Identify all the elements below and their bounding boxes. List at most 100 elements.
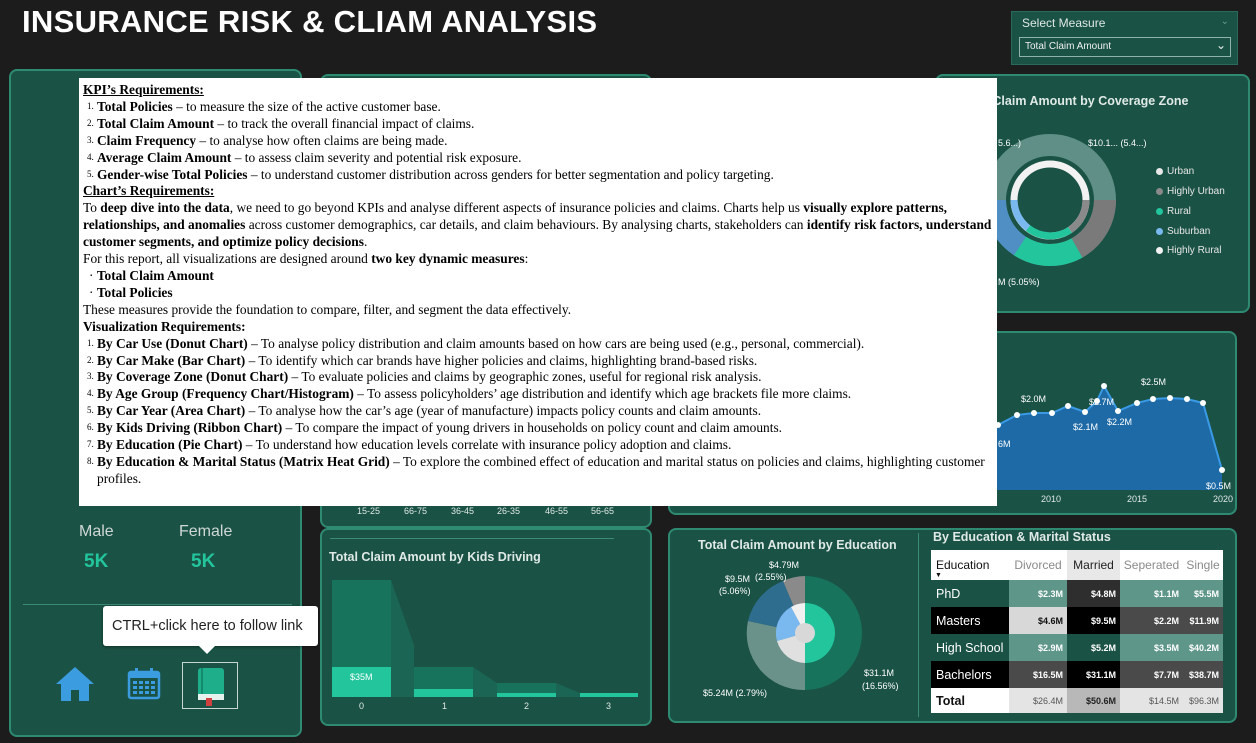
legend-item-highly-rural[interactable]: Highly Rural <box>1156 245 1221 256</box>
education-label: (2.55%) <box>755 572 787 582</box>
education-label: $5.24M (2.79%) <box>703 688 768 698</box>
calendar-icon[interactable] <box>127 668 161 700</box>
measures-note: These measures provide the foundation to… <box>83 301 572 317</box>
matrix-total-cell: $26.4M <box>1009 688 1067 713</box>
matrix-total-cell: $50.6M <box>1067 688 1120 713</box>
matrix-cell: $1.1M <box>1120 580 1183 607</box>
matrix-total-cell: $14.5M <box>1120 688 1183 713</box>
kids-ribbon-chart <box>332 580 638 697</box>
age-axis-label: 26-35 <box>497 506 521 516</box>
matrix-cell: $2.2M <box>1120 607 1183 634</box>
matrix-cell: $9.5M <box>1067 607 1120 634</box>
car-year-label: $2.1M <box>1073 422 1099 432</box>
matrix-total-label: Total <box>931 688 1009 713</box>
car-year-label: $2.7M <box>1089 397 1115 407</box>
matrix-cell: $5.2M <box>1067 634 1120 661</box>
sort-icon: ▼ <box>935 572 942 579</box>
list-item: 2. Total Claim Amount – to track the over… <box>87 115 475 131</box>
list-item: 1. Total Policies – to measure the size o… <box>87 98 441 114</box>
kids-x-tick: 1 <box>442 701 448 711</box>
book-button[interactable] <box>182 662 238 709</box>
age-axis-label: 15-25 <box>357 506 381 516</box>
divider <box>330 538 614 539</box>
matrix-col-single[interactable]: Single <box>1183 550 1223 580</box>
car-year-label: 6M <box>998 439 1011 449</box>
matrix-cell: $2.9M <box>1009 634 1067 661</box>
age-axis-label: 56-65 <box>591 506 615 516</box>
education-marital-matrix: Education ▼ Divorced Married Seperated S… <box>931 550 1227 713</box>
link-tooltip: CTRL+click here to follow link <box>103 606 318 646</box>
matrix-cell: $11.9M <box>1183 607 1223 634</box>
table-row: High School $2.9M $5.2M $3.5M $40.2M <box>931 634 1227 661</box>
legend-item-urban[interactable]: Urban <box>1156 166 1194 177</box>
home-icon[interactable] <box>54 664 96 704</box>
matrix-cell: $40.2M <box>1183 634 1223 661</box>
chevron-down-icon[interactable]: ⌄ <box>1221 16 1229 27</box>
matrix-cell: $4.8M <box>1067 580 1120 607</box>
car-year-label: $0.5M <box>1206 481 1232 491</box>
legend-item-suburban[interactable]: Suburban <box>1156 226 1210 237</box>
matrix-col-married[interactable]: Married <box>1067 550 1120 580</box>
matrix-row-label: PhD <box>931 580 1009 607</box>
divider <box>23 604 292 605</box>
book-icon <box>198 668 224 706</box>
bullet-item: · Total Claim Amount <box>89 267 214 283</box>
bullet-item: · Total Policies <box>89 284 173 300</box>
list-item: 5. Gender-wise Total Policies – to unders… <box>87 166 774 182</box>
education-chart-title: Total Claim Amount by Education <box>698 538 897 552</box>
matrix-row-label: Bachelors <box>931 661 1009 688</box>
measure-dropdown[interactable]: Total Claim Amount ⌄ <box>1019 37 1231 57</box>
kpi-list: 1. Total Policies – to measure the size o… <box>83 99 993 184</box>
requirements-document: KPI’s Requirements: 1. Total Policies – t… <box>79 78 997 506</box>
list-item: 8. By Education & Marital Status (Matrix … <box>87 453 985 486</box>
matrix-total-cell: $96.3M <box>1183 688 1223 713</box>
education-label: $9.5M <box>725 574 751 584</box>
car-year-label: $2.5M <box>1141 377 1167 387</box>
coverage-label: 5.6...) <box>998 138 1022 148</box>
female-value: 5K <box>191 551 216 572</box>
matrix-row-label: High School <box>931 634 1009 661</box>
matrix-cell: $16.5M <box>1009 661 1067 688</box>
education-label: (16.56%) <box>862 681 899 691</box>
car-year-x-tick: 2015 <box>1127 494 1148 504</box>
car-year-x-tick: 2010 <box>1041 494 1062 504</box>
kids-x-tick: 0 <box>359 701 365 711</box>
list-item: 6. By Kids Driving (Ribbon Chart) – To co… <box>87 420 783 436</box>
list-item: 4. By Age Group (Frequency Chart/Histogra… <box>87 386 852 402</box>
list-item: 3. Claim Frequency – to analyse how often… <box>87 132 448 148</box>
coverage-label: $10.1... (5.4...) <box>1088 138 1147 148</box>
kpi-heading: KPI’s Requirements: <box>83 82 204 97</box>
matrix-cell: $2.3M <box>1009 580 1067 607</box>
car-year-label: $2.2M <box>1107 417 1133 427</box>
list-item: 1. By Car Use (Donut Chart) – To analyse … <box>87 335 865 351</box>
matrix-row-label: Masters <box>931 607 1009 634</box>
matrix-col-divorced[interactable]: Divorced <box>1009 550 1067 580</box>
list-item: 5. By Car Year (Area Chart) – To analyse … <box>87 403 762 419</box>
table-row: PhD $2.3M $4.8M $1.1M $5.5M <box>931 580 1227 607</box>
kids-x-tick: 2 <box>524 701 530 711</box>
chevron-down-icon: ⌄ <box>1215 38 1226 52</box>
age-axis-label: 46-55 <box>545 506 569 516</box>
matrix-cell: $3.5M <box>1120 634 1183 661</box>
education-pie-chart <box>746 576 862 691</box>
matrix-col-seperated[interactable]: Seperated <box>1120 550 1183 580</box>
tooltip-tail <box>198 645 216 654</box>
matrix-header-row: Education ▼ Divorced Married Seperated S… <box>931 550 1227 580</box>
car-year-label: $2.0M <box>1021 394 1047 404</box>
male-label: Male <box>79 523 114 540</box>
male-value: 5K <box>84 551 109 572</box>
matrix-col-education[interactable]: Education ▼ <box>931 550 1009 580</box>
viz-list: 1. By Car Use (Donut Chart) – To analyse … <box>83 336 993 488</box>
list-item: 4. Average Claim Amount – to assess claim… <box>87 149 522 165</box>
age-axis-label: 66-75 <box>404 506 428 516</box>
table-row: Bachelors $16.5M $31.1M $7.7M $38.7M <box>931 661 1227 688</box>
measure-dropdown-value: Total Claim Amount <box>1025 41 1112 52</box>
legend-item-highly-urban[interactable]: Highly Urban <box>1156 186 1225 197</box>
panel-divider <box>918 533 919 717</box>
kids-x-tick: 3 <box>606 701 612 711</box>
education-label: $31.1M <box>864 668 895 678</box>
matrix-cell: $4.6M <box>1009 607 1067 634</box>
education-label: $4.79M <box>769 560 800 570</box>
matrix-cell: $5.5M <box>1183 580 1223 607</box>
legend-item-rural[interactable]: Rural <box>1156 206 1191 217</box>
